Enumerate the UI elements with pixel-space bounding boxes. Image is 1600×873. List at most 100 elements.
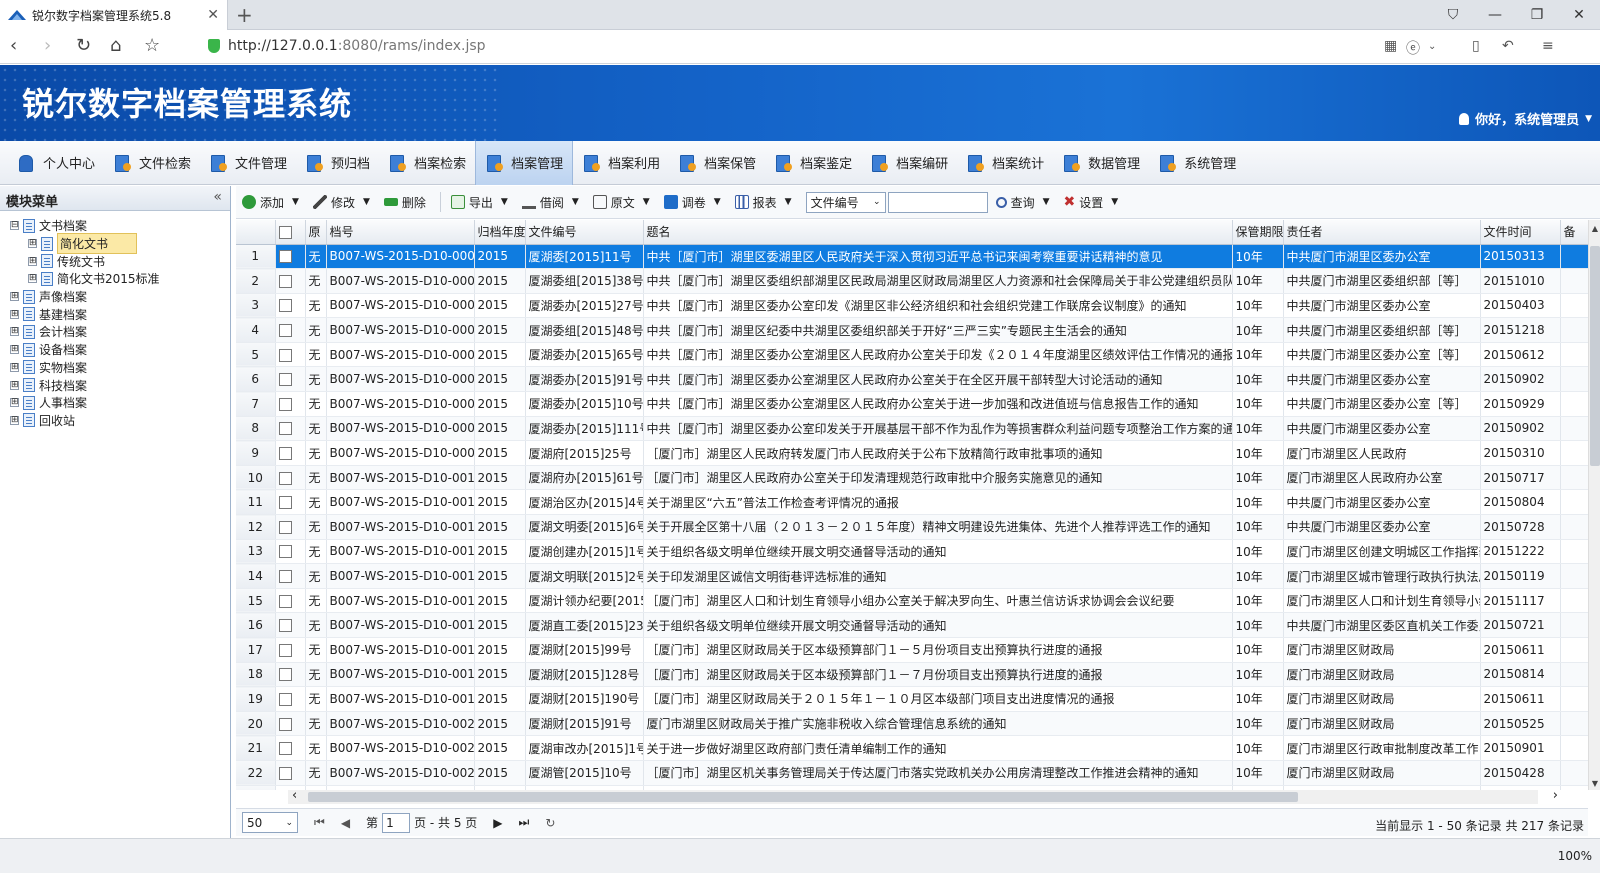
tree-node[interactable]: ⊞ 基建档案: [0, 305, 230, 323]
row-select-cell[interactable]: [275, 588, 306, 614]
horizontal-scrollbar[interactable]: ‹ ›: [288, 788, 1558, 804]
back-icon[interactable]: ‹: [10, 35, 17, 56]
expand-node-icon[interactable]: ⊞: [28, 239, 37, 249]
expand-node-icon[interactable]: ⊞: [28, 256, 37, 266]
row-select-cell[interactable]: [275, 244, 306, 270]
ie-mode-icon[interactable]: ⓔ: [1406, 38, 1420, 58]
column-header[interactable]: 文件时间: [1480, 220, 1561, 245]
select-all-header[interactable]: [275, 220, 306, 245]
select-all-checkbox[interactable]: [278, 225, 292, 239]
tree-node[interactable]: ⊞ 声像档案: [0, 288, 230, 306]
table-row[interactable]: 5 无 B007-WS-2015-D10-0005 2015 厦湖委办[2015]65号…: [236, 342, 1588, 368]
collapse-node-icon[interactable]: ⊟: [10, 221, 19, 231]
expand-node-icon[interactable]: ⊞: [10, 362, 19, 372]
column-header[interactable]: 备: [1560, 220, 1588, 245]
row-checkbox[interactable]: [278, 496, 292, 510]
menu-icon[interactable]: ≡: [1542, 38, 1554, 54]
new-tab-icon[interactable]: +: [236, 3, 253, 27]
query-button[interactable]: 查询 ▼: [995, 194, 1050, 211]
table-row[interactable]: 15 无 B007-WS-2015-D10-0015 2015 厦湖计领办纪要[2015…: [236, 588, 1588, 614]
scroll-up-icon[interactable]: ▲: [1589, 224, 1600, 233]
row-select-cell[interactable]: [275, 416, 306, 442]
row-checkbox[interactable]: [278, 717, 292, 731]
table-row[interactable]: 10 无 B007-WS-2015-D10-0010 2015 厦湖府办[2015]61…: [236, 465, 1588, 491]
row-checkbox[interactable]: [278, 250, 292, 264]
table-row[interactable]: 19 无 B007-WS-2015-D10-0019 2015 厦湖财[2015]190…: [236, 686, 1588, 712]
row-checkbox[interactable]: [278, 299, 292, 313]
row-select-cell[interactable]: [275, 637, 306, 663]
expand-node-icon[interactable]: ⊞: [10, 309, 19, 319]
column-header[interactable]: 原: [305, 220, 327, 245]
row-checkbox[interactable]: [278, 619, 292, 633]
expand-node-icon[interactable]: ⊞: [10, 415, 19, 425]
forward-icon[interactable]: ›: [44, 35, 51, 56]
add-button[interactable]: 添加 ▼: [242, 194, 299, 211]
row-checkbox[interactable]: [278, 594, 292, 608]
menu-archive-appraisal[interactable]: 档案鉴定: [765, 141, 861, 185]
original-file-button[interactable]: 原文 ▼: [592, 194, 650, 211]
vertical-scroll-thumb[interactable]: [1590, 246, 1600, 466]
last-page-icon[interactable]: ⏭: [519, 815, 530, 830]
row-select-cell[interactable]: [275, 662, 306, 688]
row-select-cell[interactable]: [275, 686, 306, 712]
chevron-down-icon[interactable]: ⌄: [1428, 41, 1436, 52]
table-row[interactable]: 6 无 B007-WS-2015-D10-0006 2015 厦湖委办[2015]91号…: [236, 366, 1588, 393]
minimize-icon[interactable]: —: [1474, 0, 1516, 30]
search-field-select[interactable]: 文件编号 ⌄: [805, 191, 886, 213]
row-checkbox[interactable]: [278, 447, 292, 461]
row-select-cell[interactable]: [275, 293, 306, 319]
tree-node[interactable]: ⊟ 文书档案: [0, 217, 230, 235]
export-button[interactable]: 导出 ▼: [450, 194, 508, 211]
table-row[interactable]: 4 无 B007-WS-2015-D10-0004 2015 厦湖委组[2015]48号…: [236, 317, 1588, 343]
row-checkbox[interactable]: [278, 397, 292, 411]
menu-data-management[interactable]: 数据管理: [1053, 141, 1149, 185]
table-row[interactable]: 16 无 B007-WS-2015-D10-0016 2015 厦湖直工委[2015]2…: [236, 612, 1588, 638]
menu-archive-compile[interactable]: 档案编研: [861, 141, 957, 185]
row-select-cell[interactable]: [275, 711, 306, 737]
table-row[interactable]: 17 无 B007-WS-2015-D10-0017 2015 厦湖财[2015]99号…: [236, 637, 1588, 663]
row-checkbox[interactable]: [278, 422, 292, 436]
tree-node[interactable]: ⊞ 科技档案: [0, 376, 230, 394]
row-select-cell[interactable]: [275, 440, 306, 466]
settings-button[interactable]: ✖ 设置 ▼: [1064, 194, 1119, 211]
tree-node[interactable]: ⊞ 传统文书: [0, 252, 230, 270]
expand-node-icon[interactable]: ⊞: [10, 327, 19, 337]
report-button[interactable]: 报表 ▼: [734, 194, 792, 211]
qr-icon[interactable]: ▦: [1384, 38, 1397, 54]
close-window-icon[interactable]: ✕: [1558, 0, 1600, 30]
row-checkbox[interactable]: [278, 742, 292, 756]
expand-node-icon[interactable]: ⊞: [10, 398, 19, 408]
url-field[interactable]: http://127.0.0.1:8080/rams/index.jsp: [208, 38, 486, 54]
borrow-button[interactable]: 借阅 ▼: [521, 194, 579, 211]
scroll-left-icon[interactable]: ‹: [292, 788, 297, 803]
search-input[interactable]: [887, 191, 988, 213]
refresh-icon[interactable]: ↻: [545, 816, 555, 830]
table-row[interactable]: 18 无 B007-WS-2015-D10-0018 2015 厦湖财[2015]128…: [236, 662, 1588, 688]
tree-node[interactable]: ⊞ 回收站: [0, 412, 230, 430]
expand-node-icon[interactable]: ⊞: [10, 380, 19, 390]
tree-node[interactable]: ⊞ 简化文书: [0, 233, 230, 255]
table-row[interactable]: 12 无 B007-WS-2015-D10-0012 2015 厦湖文明委[2015]6…: [236, 514, 1588, 540]
menu-pre-archive[interactable]: 预归档: [296, 141, 379, 185]
restore-icon[interactable]: ❐: [1516, 0, 1558, 30]
menu-archive-management[interactable]: 档案管理: [475, 140, 574, 185]
row-select-cell[interactable]: [275, 612, 306, 638]
shirt-icon[interactable]: ⛉: [1432, 0, 1474, 30]
menu-archive-search[interactable]: 档案检索: [379, 141, 475, 185]
row-select-cell[interactable]: [275, 268, 306, 294]
menu-archive-use[interactable]: 档案利用: [573, 141, 669, 185]
next-page-icon[interactable]: ▶: [493, 816, 502, 830]
row-select-cell[interactable]: [275, 366, 306, 393]
row-select-cell[interactable]: [275, 465, 306, 491]
reading-icon[interactable]: ▯: [1472, 38, 1480, 54]
row-select-cell[interactable]: [275, 735, 306, 761]
row-checkbox[interactable]: [278, 545, 292, 559]
row-checkbox[interactable]: [278, 520, 292, 534]
table-row[interactable]: 8 无 B007-WS-2015-D10-0008 2015 厦湖委办[2015]111…: [236, 416, 1588, 442]
row-select-cell[interactable]: [275, 391, 306, 417]
row-checkbox[interactable]: [278, 766, 292, 780]
column-header[interactable]: 归档年度: [474, 220, 526, 245]
close-tab-icon[interactable]: ✕: [207, 7, 219, 23]
tree-node[interactable]: ⊞ 设备档案: [0, 341, 230, 359]
menu-personal-center[interactable]: 个人中心: [8, 141, 104, 185]
